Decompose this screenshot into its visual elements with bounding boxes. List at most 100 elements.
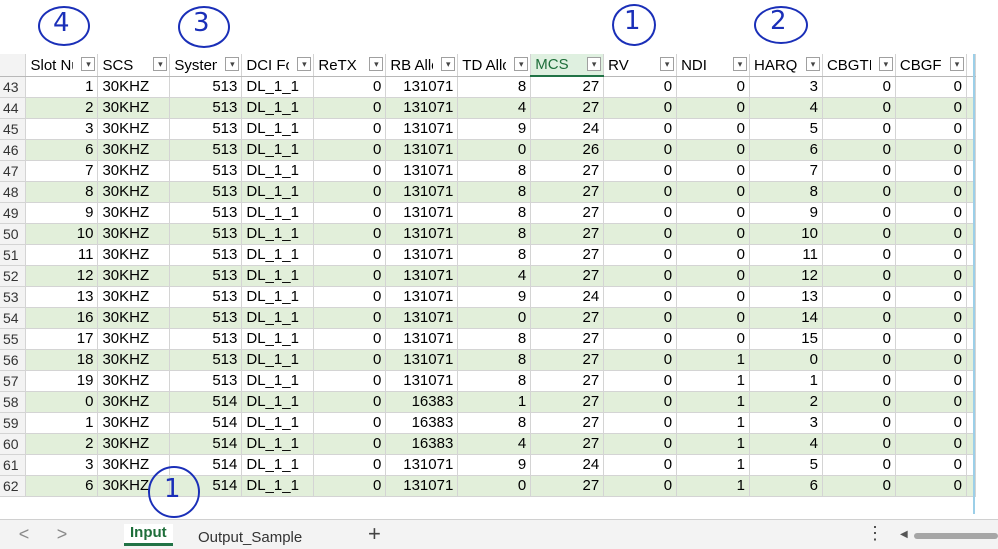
cell[interactable]: 27 [530,433,605,455]
cell[interactable]: 1 [676,433,750,455]
cell[interactable]: 0 [603,370,678,392]
cell[interactable]: 6 [25,139,99,161]
filter-dropdown-icon[interactable]: ▾ [805,57,820,71]
cell[interactable]: 513 [169,139,243,161]
more-options-icon[interactable]: ⋮ [866,523,884,544]
cell[interactable]: 0 [603,76,678,98]
cell[interactable]: 0 [676,76,750,98]
cell[interactable]: 0 [313,223,387,245]
cell[interactable]: 1 [25,76,99,98]
cell[interactable]: DL_1_1 [241,454,315,476]
cell[interactable]: 0 [676,265,750,287]
cell[interactable]: DL_1_1 [241,223,315,245]
cell[interactable]: 16383 [385,433,459,455]
cell[interactable]: 30KHZ [97,76,171,98]
cell[interactable]: 6 [749,139,823,161]
cell[interactable]: 514 [169,391,243,413]
cell[interactable]: DL_1_1 [241,97,315,119]
cell[interactable]: 30KHZ [97,244,171,266]
cell[interactable]: 0 [676,139,750,161]
cell[interactable]: DL_1_1 [241,118,315,140]
cell[interactable]: 0 [895,223,968,245]
cell[interactable]: 8 [457,160,532,182]
cell[interactable]: 30KHZ [97,97,171,119]
row-number[interactable]: 51 [0,244,27,266]
cell[interactable]: 30KHZ [97,328,171,350]
cell[interactable]: 27 [530,349,605,371]
cell[interactable]: DL_1_1 [241,475,315,497]
cell[interactable]: 7 [25,160,99,182]
cell[interactable]: 17 [25,328,99,350]
cell[interactable]: 0 [676,307,750,329]
cell[interactable]: 0 [676,286,750,308]
filter-dropdown-icon[interactable]: ▾ [587,57,602,71]
cell[interactable]: 0 [603,286,678,308]
cell[interactable]: DL_1_1 [241,76,315,98]
cell[interactable]: 131071 [385,265,459,287]
cell[interactable]: 0 [895,286,968,308]
cell[interactable]: 131071 [385,286,459,308]
cell[interactable]: 0 [822,244,896,266]
cell[interactable]: 8 [457,223,532,245]
cell[interactable]: 0 [895,202,968,224]
cell[interactable]: 514 [169,412,243,434]
cell[interactable]: 0 [895,475,968,497]
cell[interactable]: 0 [313,307,387,329]
filter-dropdown-icon[interactable]: ▾ [878,57,893,71]
cell[interactable]: 18 [25,349,99,371]
cell[interactable]: 30KHZ [97,223,171,245]
filter-dropdown-icon[interactable]: ▾ [369,57,384,71]
column-header-2[interactable]: System ▾ [169,54,243,77]
cell[interactable]: 0 [895,76,968,98]
cell[interactable]: 0 [895,454,968,476]
cell[interactable]: 131071 [385,160,459,182]
column-header-10[interactable]: HARQ I ▾ [749,54,823,77]
cell[interactable]: 16 [25,307,99,329]
scroll-left-icon[interactable]: ◀ [900,529,908,540]
cell[interactable]: 8 [457,202,532,224]
cell[interactable]: 0 [603,433,678,455]
cell[interactable]: 27 [530,160,605,182]
cell[interactable]: 27 [530,181,605,203]
row-number[interactable]: 49 [0,202,27,224]
cell[interactable]: 30KHZ [97,349,171,371]
cell[interactable]: 11 [749,244,823,266]
cell[interactable]: 0 [676,244,750,266]
cell[interactable]: 0 [603,328,678,350]
cell[interactable]: 8 [457,76,532,98]
cell[interactable]: 513 [169,76,243,98]
cell[interactable]: 0 [603,202,678,224]
cell[interactable]: 0 [895,412,968,434]
cell[interactable]: 0 [313,433,387,455]
cell[interactable]: 131071 [385,328,459,350]
cell[interactable]: 0 [822,139,896,161]
cell[interactable]: 0 [603,139,678,161]
cell[interactable]: 27 [530,76,605,98]
row-number[interactable]: 47 [0,160,27,182]
cell[interactable]: 0 [895,139,968,161]
horizontal-scrollbar[interactable]: ◀ [900,529,998,540]
cell[interactable]: 0 [676,118,750,140]
cell[interactable]: 513 [169,97,243,119]
cell[interactable]: 131071 [385,97,459,119]
cell[interactable]: 6 [749,475,823,497]
cell[interactable]: 1 [676,370,750,392]
filter-dropdown-icon[interactable]: ▾ [514,57,529,71]
cell[interactable]: DL_1_1 [241,202,315,224]
column-header-11[interactable]: CBGTI ▾ [822,54,896,77]
column-header-7[interactable]: MCS ▾ [530,54,605,77]
cell[interactable]: 5 [749,118,823,140]
cell[interactable]: 0 [313,475,387,497]
cell[interactable]: 0 [457,139,532,161]
cell[interactable]: 0 [313,160,387,182]
cell[interactable]: 0 [676,160,750,182]
cell[interactable]: 27 [530,328,605,350]
cell[interactable]: 513 [169,118,243,140]
cell[interactable]: 1 [676,391,750,413]
row-number[interactable]: 62 [0,475,27,497]
cell[interactable]: 3 [749,412,823,434]
cell[interactable]: 2 [749,391,823,413]
cell[interactable]: 30KHZ [97,370,171,392]
cell[interactable]: 8 [457,349,532,371]
cell[interactable]: 6 [25,475,99,497]
